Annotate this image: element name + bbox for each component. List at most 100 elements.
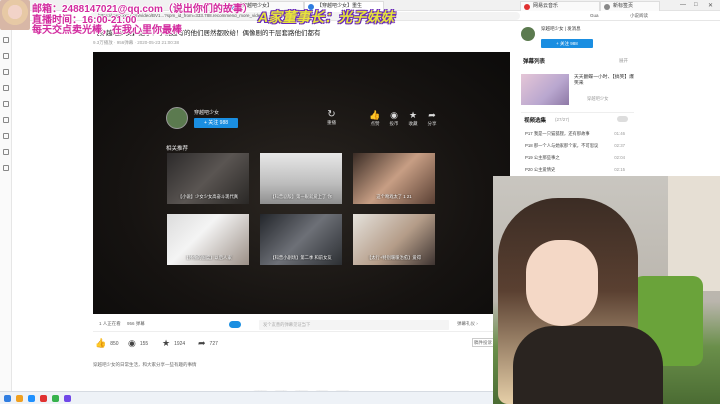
episode-duration: 01:46 <box>614 131 625 136</box>
recommended-video-thumb[interactable] <box>521 74 569 105</box>
star-icon: ★ <box>408 110 418 120</box>
uploader-name[interactable]: 穿越吧少女 | 发消息 <box>541 26 581 32</box>
tab-favicon-icon <box>604 4 610 10</box>
share-count: 727 <box>209 340 218 347</box>
danmu-list-heading[interactable]: 弹幕列表 <box>523 57 545 65</box>
streamer-face <box>526 240 598 326</box>
related-video-thumb[interactable]: 【怀余的国度】以后人家 <box>167 214 249 265</box>
close-icon[interactable]: ✕ <box>708 2 713 9</box>
coin-count: 155 <box>139 340 149 347</box>
history-icon[interactable] <box>3 53 9 59</box>
uploader-avatar[interactable] <box>166 107 188 129</box>
related-video-thumb[interactable]: 【小说】少女少女高奋斗现代真 <box>167 153 249 204</box>
episode-title: P20 公主爱情史 <box>525 167 556 172</box>
favorite-count: 1924 <box>174 340 186 347</box>
streamer-avatar <box>0 0 30 30</box>
related-video-caption: 【怀余的国度】以后人家 <box>184 255 232 260</box>
episodes-heading: 视频选集 <box>524 118 547 124</box>
shop-icon[interactable] <box>3 149 9 155</box>
download-icon[interactable] <box>3 69 9 75</box>
share-icon: ➦ <box>198 338 206 348</box>
autoplay-toggle[interactable] <box>617 116 628 122</box>
start-icon[interactable] <box>4 395 11 402</box>
tab-label: 新标签页 <box>613 3 634 9</box>
like-label: 点赞 <box>370 121 380 126</box>
danmu-toggle[interactable] <box>229 321 241 328</box>
background-shelf <box>668 176 720 291</box>
recommended-video-meta: 穿越吧少女 <box>587 96 609 101</box>
notes-icon[interactable] <box>3 85 9 91</box>
report-button[interactable]: 稿件投诉 <box>472 338 494 347</box>
favorite-label: 收藏 <box>408 121 418 126</box>
divider <box>521 112 634 113</box>
related-video-caption: 这个吻戏太了 1 21 <box>376 194 412 199</box>
coin-stat[interactable]: ◉ 155 <box>128 338 148 349</box>
favorites-icon[interactable] <box>3 37 9 43</box>
mail-icon[interactable] <box>3 101 9 107</box>
browser-sidebar <box>0 21 12 391</box>
share-label: 分享 <box>427 121 437 126</box>
like-button[interactable]: 👍 点赞 <box>368 110 382 127</box>
follow-button[interactable]: + 关注 988 <box>194 118 238 128</box>
related-video-thumb[interactable]: 这个吻戏太了 1 21 <box>353 153 435 204</box>
uploader-name[interactable]: 穿越吧少女 <box>194 109 219 116</box>
screen: 【穿越吧少女】 【穿越吧少女】重生 网易云音乐 新标签页 — □ ✕ https… <box>0 0 720 404</box>
episode-item[interactable]: P20 公主爱情史 02:15 <box>525 167 625 173</box>
coin-icon: ◉ <box>390 110 398 120</box>
like-stat[interactable]: 👍 850 <box>95 338 119 349</box>
replay-icon: ↻ <box>327 109 336 120</box>
streamer-body <box>513 326 663 404</box>
replay-button[interactable]: ↻ 重播 <box>327 110 336 126</box>
favorite-button[interactable]: ★ 收藏 <box>406 110 420 127</box>
related-video-thumb[interactable]: 【科普剧版】第一眼就爱上了 你 <box>260 153 342 204</box>
video-player[interactable]: 穿越吧少女 + 关注 988 ↻ 重播 👍 点赞 ◉ 投币 ★ 收藏 ➦ 分享 … <box>93 52 510 314</box>
search-engine-label[interactable]: Gua <box>590 12 599 20</box>
related-video-thumb[interactable]: 【太行+特别暖暖治愈】爱得 <box>353 214 435 265</box>
video-description: 穿越吧少女的日常生活，和大家分享一些有趣的事情 <box>93 362 197 367</box>
extension-label[interactable]: 小说阅读 <box>630 12 648 20</box>
coin-label: 投币 <box>389 121 399 126</box>
episodes-count: (27/27) <box>555 117 570 122</box>
coin-button[interactable]: ◉ 投币 <box>387 110 401 127</box>
music-icon[interactable] <box>40 395 47 402</box>
games-icon[interactable] <box>3 133 9 139</box>
episode-title: P19 公主那些事之 <box>525 155 560 160</box>
browser-tab[interactable]: 网易云音乐 <box>520 1 600 11</box>
danmu-etiquette-link[interactable]: 弹幕礼仪 › <box>457 321 478 327</box>
taskbar <box>0 391 494 404</box>
folder-icon[interactable] <box>16 395 23 402</box>
webcam-feed <box>493 176 720 404</box>
like-icon: 👍 <box>369 110 381 120</box>
related-video-caption: 【小说】少女少女高奋斗现代真 <box>177 194 239 199</box>
related-video-thumb[interactable]: 【科普小剧场】第二季 和前女友 <box>260 214 342 265</box>
episode-item[interactable]: P18 那一个人与她家那个家，不可思议 02:37 <box>525 143 625 149</box>
stream-app-icon[interactable] <box>64 395 71 402</box>
recommended-video-title[interactable]: 天天翻蝶一小时、【搞笑】爆笑来 <box>574 75 634 87</box>
tab-favicon-icon <box>524 4 530 10</box>
episode-title: P18 那一个人与她家那个家，不可思议 <box>525 143 599 148</box>
maximize-icon[interactable]: □ <box>694 2 698 8</box>
favorite-stat[interactable]: ★ 1924 <box>162 338 185 349</box>
danmu-list-expand[interactable]: 展开 <box>619 58 628 64</box>
browser-tab[interactable]: 新标签页 <box>600 1 660 11</box>
uploader-avatar[interactable] <box>521 27 535 41</box>
episode-item[interactable]: P17 我是一只猫狐狸，还有那故事 01:46 <box>525 131 625 137</box>
share-stat[interactable]: ➦ 727 <box>198 338 218 349</box>
overlay-daily: 每天交点卖光棒，在我心里你最棒 <box>32 25 182 36</box>
video-meta: 9.3万播放 · 956弹幕 · 2020-05-23 21:00:38 <box>93 40 180 45</box>
danmu-input[interactable]: 发个友善的弹幕见证当下 <box>259 320 449 330</box>
follow-button[interactable]: + 关注 988 <box>541 39 593 48</box>
minimize-icon[interactable]: — <box>680 2 686 8</box>
related-heading: 相关推荐 <box>166 146 189 152</box>
apps-icon[interactable] <box>3 165 9 171</box>
share-button[interactable]: ➦ 分享 <box>425 110 439 127</box>
episode-duration: 02:37 <box>614 143 625 148</box>
episode-title: P17 我是一只猫狐狸，还有那故事 <box>525 131 590 136</box>
replay-label: 重播 <box>327 120 336 125</box>
chat-app-icon[interactable] <box>52 395 59 402</box>
like-count: 850 <box>110 340 119 347</box>
browser-icon[interactable] <box>28 395 35 402</box>
episode-duration: 02:15 <box>614 167 625 172</box>
chat-icon[interactable] <box>3 117 9 123</box>
episode-item[interactable]: P19 公主那些事之 02:04 <box>525 155 625 161</box>
